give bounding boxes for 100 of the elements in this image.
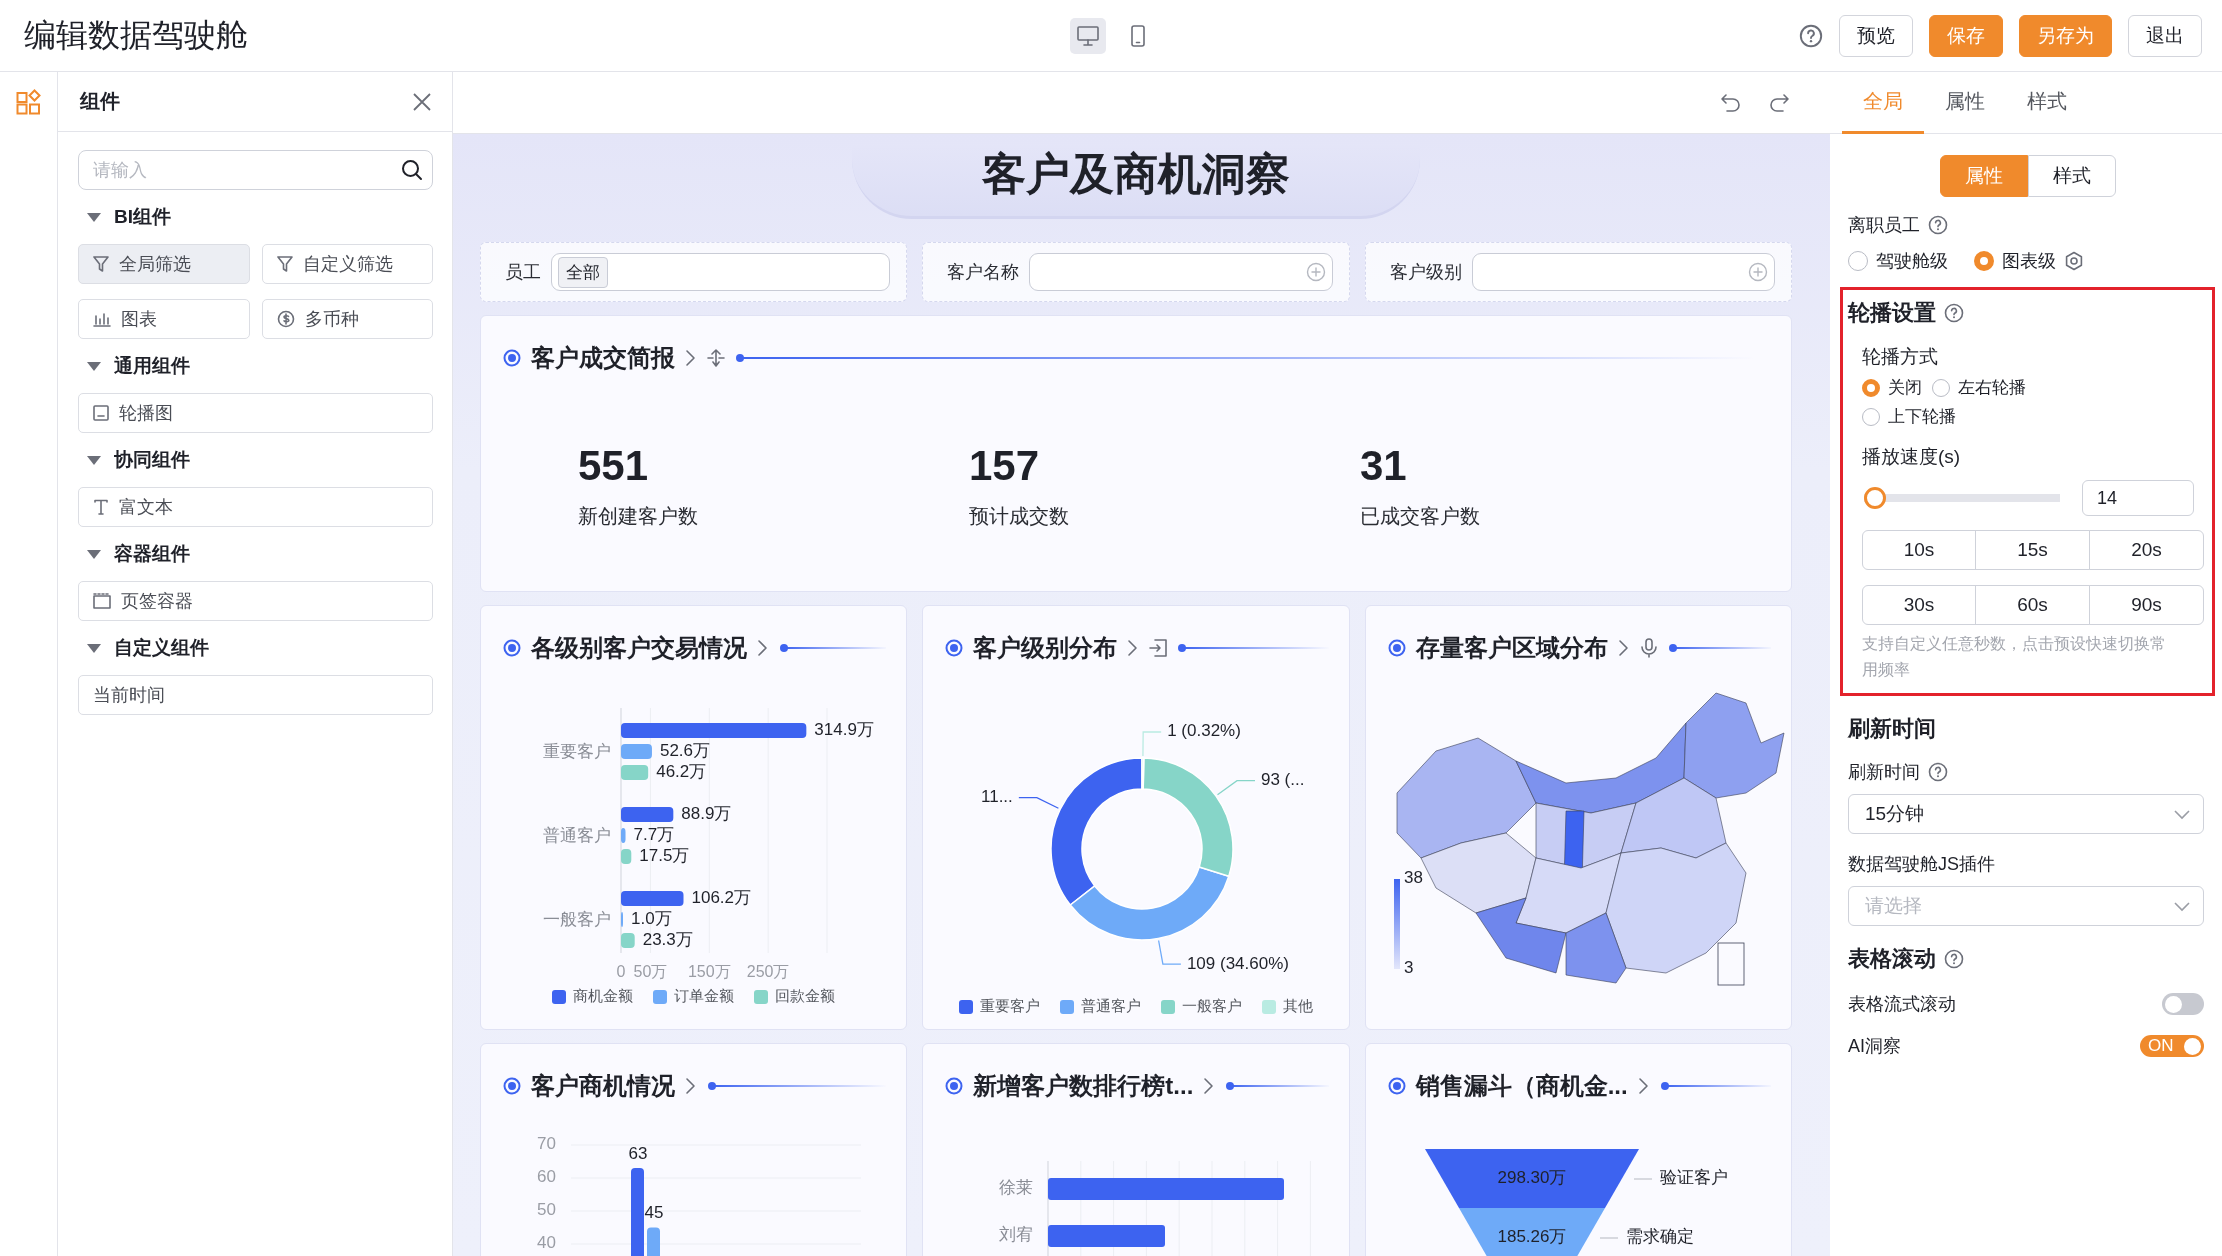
filter-label: 员工 [505, 261, 541, 284]
microphone-icon[interactable] [1639, 638, 1658, 658]
components-icon[interactable] [15, 89, 42, 115]
field-label: 轮播方式 [1862, 345, 1939, 369]
bar [621, 849, 632, 864]
card-title: 存量客户区域分布 [1415, 633, 1608, 663]
caret-icon[interactable] [86, 360, 102, 372]
component-item[interactable]: 自定义筛选 [261, 244, 433, 284]
data-label: 63 [628, 1143, 648, 1163]
category-label: 普通客户 [543, 826, 611, 846]
radio-button[interactable]: 关闭 [1862, 376, 1922, 399]
search-icon [401, 159, 423, 181]
legend-item: 回款金额 [754, 987, 836, 1006]
target-icon [1387, 1077, 1406, 1095]
component-item[interactable]: 当前时间 [78, 675, 433, 715]
caret-icon[interactable] [86, 211, 102, 223]
data-label: 52.6万 [659, 741, 711, 761]
component-item[interactable]: 页签容器 [78, 581, 433, 621]
toggle-switch[interactable] [2162, 993, 2204, 1015]
radio-button[interactable]: 左右轮播 [1932, 376, 2026, 399]
preset-button[interactable]: 90s [2089, 585, 2204, 625]
radio-button[interactable]: 上下轮播 [1862, 405, 1956, 428]
redo-icon[interactable] [1768, 92, 1790, 113]
target-icon [503, 1077, 521, 1095]
filter-label: 客户名称 [947, 261, 1020, 284]
card-title: 新增客户数排行榜t... [973, 1071, 1194, 1101]
caret-icon[interactable] [86, 454, 102, 466]
search-field[interactable]: 请输入 [78, 150, 433, 190]
leader-line [1158, 939, 1182, 965]
chevron-right-icon[interactable] [1127, 639, 1140, 657]
filter-field[interactable] [1029, 253, 1333, 291]
action-button[interactable]: 退出 [2128, 14, 2202, 57]
undo-icon[interactable] [1720, 92, 1742, 113]
axis-tick-label: 70 [537, 1134, 556, 1154]
stage-name: 验证客户 [1659, 1168, 1728, 1188]
component-item[interactable]: 图表 [78, 299, 250, 339]
legend-item: 普通客户 [1060, 997, 1141, 1016]
chevron-right-icon[interactable] [757, 639, 769, 657]
section-title: 刷新时间 [1848, 715, 1937, 743]
component-item[interactable]: 多币种 [261, 299, 433, 339]
group-title: BI组件 [114, 205, 171, 229]
bar [621, 807, 674, 822]
filter-field[interactable] [1471, 253, 1775, 291]
preset-button[interactable]: 15s [1975, 530, 2090, 570]
close-icon[interactable] [412, 91, 432, 112]
axis-tick-label: 250万 [746, 963, 790, 981]
segment-button[interactable]: 样式 [2027, 155, 2116, 197]
chevron-right-icon[interactable] [1637, 1077, 1650, 1095]
axis-tick-label: 150万 [687, 963, 731, 981]
stage-value: 185.26万 [1497, 1227, 1567, 1247]
kpi-value: 31 [1360, 441, 1408, 491]
data-label: 1.0万 [631, 909, 672, 929]
stage-value: 298.30万 [1497, 1168, 1567, 1188]
section-title: 表格滚动 [1848, 945, 1936, 973]
component-item[interactable]: 全局筛选 [78, 244, 250, 284]
action-button[interactable]: 预览 [1839, 14, 1913, 57]
target-icon [945, 639, 964, 657]
select-placeholder: 请选择 [1865, 894, 1922, 918]
preset-button[interactable]: 30s [1862, 585, 1976, 625]
sort-icon[interactable] [707, 349, 725, 367]
monitor-icon [1077, 25, 1099, 46]
axis-tick-label: 50 [537, 1200, 556, 1220]
toggle-label: 表格流式滚动 [1848, 993, 1956, 1016]
preset-button[interactable]: 20s [2089, 530, 2204, 570]
leader-line [1142, 731, 1163, 757]
data-label: 88.9万 [681, 804, 732, 824]
component-item[interactable]: 富文本 [78, 487, 433, 527]
export-icon[interactable] [1149, 639, 1168, 657]
bar-chart-icon [93, 311, 111, 327]
bar [621, 765, 649, 780]
preset-button[interactable]: 10s [1862, 530, 1976, 570]
panel-tab[interactable]: 样式 [2006, 72, 2088, 134]
slider-thumb[interactable] [1864, 487, 1886, 509]
legend-label: 3 [1403, 958, 1414, 978]
select-field[interactable]: 15分钟 [1848, 794, 2204, 834]
desktop-view-button[interactable] [1070, 17, 1106, 54]
chevron-right-icon[interactable] [1617, 639, 1630, 657]
help-icon[interactable] [1799, 23, 1823, 48]
panel-tab[interactable]: 属性 [1924, 72, 2006, 134]
filter-label: 客户级别 [1389, 261, 1462, 284]
kpi-value: 157 [969, 441, 1041, 491]
component-item[interactable]: 轮播图 [78, 393, 433, 433]
data-label: 46.2万 [656, 762, 707, 782]
filter-field[interactable]: 全部 [551, 253, 891, 291]
caret-icon[interactable] [86, 548, 102, 560]
chevron-right-icon[interactable] [1203, 1077, 1216, 1095]
data-label: 7.7万 [633, 825, 675, 845]
caret-icon[interactable] [86, 642, 102, 654]
filter-icon [93, 255, 109, 273]
chevron-right-icon[interactable] [685, 349, 697, 367]
category-label: 刘宥 [999, 1225, 1034, 1245]
page-title: 编辑数据驾驶舱 [24, 15, 249, 55]
chevron-right-icon[interactable] [685, 1077, 697, 1095]
settings-icon[interactable] [2064, 251, 2084, 271]
stage-name: 需求确定 [1625, 1227, 1694, 1247]
radio-button[interactable]: 图表级 [1974, 249, 2056, 273]
carousel-icon [93, 405, 109, 421]
number-field[interactable]: 14 [2082, 480, 2194, 516]
preset-button[interactable]: 60s [1975, 585, 2090, 625]
radio-button[interactable]: 驾驶舱级 [1848, 249, 1948, 273]
